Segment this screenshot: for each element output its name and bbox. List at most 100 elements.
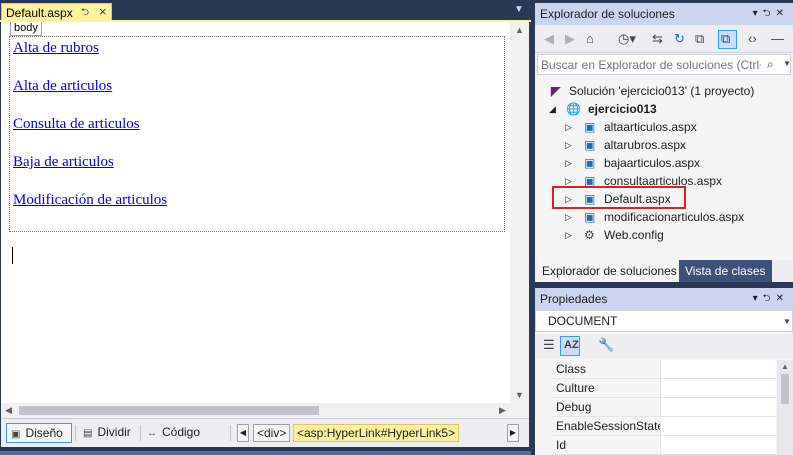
body-tag-label[interactable]: body — [10, 22, 42, 36]
file-label: bajaarticulos.aspx — [604, 156, 701, 170]
property-name: EnableSessionState — [556, 419, 665, 433]
property-value-field[interactable] — [660, 417, 776, 435]
scroll-left-arrow-icon[interactable]: ◀ — [5, 405, 12, 416]
expanded-arrow-icon[interactable]: ◢ — [549, 100, 556, 118]
file-label: Web.config — [604, 228, 664, 242]
horizontal-scroll-thumb[interactable] — [19, 406, 319, 415]
properties-title[interactable]: Propiedades ▾⮌✕ — [535, 288, 793, 310]
aspx-file-icon: ▣ — [584, 120, 596, 134]
tree-solution-node[interactable]: ◤ Solución 'ejercicio013' (1 proyecto) — [535, 82, 793, 100]
solution-explorer-search[interactable]: ⌕ ▼ — [537, 54, 791, 75]
forward-icon[interactable]: ▶ — [565, 32, 575, 46]
split-view-button[interactable]: ▤ Dividir — [79, 423, 135, 443]
close-icon[interactable]: ✕ — [776, 8, 789, 19]
property-row[interactable]: Class — [552, 360, 776, 379]
home-icon[interactable]: ⌂ — [586, 32, 594, 46]
search-icon[interactable]: ⌕ — [767, 57, 774, 72]
link-baja-de-articulos[interactable]: Baja de articulos — [13, 154, 114, 171]
collapsed-arrow-icon[interactable]: ▷ — [565, 118, 572, 136]
pin-icon[interactable]: ⮌ — [763, 8, 776, 19]
properties-scroll-thumb[interactable] — [781, 374, 789, 404]
document-tab-default-aspx[interactable]: Default.aspx ⮌ × — [1, 3, 112, 21]
collapsed-arrow-icon[interactable]: ▷ — [565, 136, 572, 154]
search-options-chevron-icon[interactable]: ▼ — [783, 59, 791, 68]
tool-windows-column: Explorador de soluciones ▾⮌✕ ◀ ▶ ⌂ ◷▾ ⇆ … — [533, 0, 793, 455]
properties-panel: Propiedades ▾⮌✕ DOCUMENT ▼ ☰ AZ 🔧 Class … — [535, 288, 793, 455]
collapsed-arrow-icon[interactable]: ▷ — [565, 154, 572, 172]
design-surface[interactable]: body Alta de rubros Alta de articulos Co… — [1, 22, 529, 403]
link-consulta-de-articulos[interactable]: Consulta de articulos — [13, 116, 140, 133]
web-project-globe-icon: 🌐 — [566, 102, 581, 116]
breadcrumb-hyperlink[interactable]: <asp:HyperLink#HyperLink5> — [293, 424, 460, 442]
tree-file-node[interactable]: ▷ ▣ altarubros.aspx — [535, 136, 793, 154]
design-view-button[interactable]: ▣ Diseño — [6, 423, 72, 443]
breadcrumb-scroll-right-icon[interactable]: ▶ — [507, 424, 519, 442]
document-tab-label: Default.aspx — [6, 6, 73, 20]
window-menu-icon[interactable]: ▾ — [753, 293, 763, 304]
link-modificacion-de-articulos[interactable]: Modificación de articulos — [13, 192, 167, 209]
tab-overflow-chevron-icon[interactable]: ▼ — [514, 4, 524, 15]
panel-title-controls: ▾⮌✕ — [753, 288, 789, 310]
scroll-up-arrow-icon[interactable]: ▲ — [515, 25, 524, 35]
solution-explorer-panel: Explorador de soluciones ▾⮌✕ ◀ ▶ ⌂ ◷▾ ⇆ … — [535, 3, 793, 282]
property-value-field[interactable] — [660, 360, 776, 378]
categorized-icon[interactable]: ☰ — [543, 338, 555, 352]
file-label: altarubros.aspx — [604, 138, 687, 152]
tree-file-node[interactable]: ▷ ⚙ Web.config — [535, 226, 793, 244]
scroll-right-arrow-icon[interactable]: ▶ — [499, 405, 506, 416]
properties-object-selector[interactable]: DOCUMENT ▼ — [535, 310, 793, 332]
link-alta-de-articulos[interactable]: Alta de articulos — [13, 78, 112, 95]
close-icon[interactable]: × — [99, 3, 107, 21]
project-label: ejercicio013 — [588, 102, 657, 116]
link-alta-de-rubros[interactable]: Alta de rubros — [13, 40, 99, 57]
vertical-scrollbar[interactable]: ▲ ▼ — [510, 22, 529, 403]
tree-file-node[interactable]: ▷ ▣ bajaarticulos.aspx — [535, 154, 793, 172]
tab-class-view[interactable]: Vista de clases — [679, 260, 772, 282]
tree-file-node[interactable]: ▷ ▣ altaarticulos.aspx — [535, 118, 793, 136]
property-row[interactable]: Debug — [552, 398, 776, 417]
split-view-label: Dividir — [97, 425, 131, 439]
view-separator — [230, 425, 231, 441]
solution-explorer-tabs: Explorador de soluciones Vista de clases — [535, 260, 793, 282]
solution-tree: ◤ Solución 'ejercicio013' (1 proyecto) ◢… — [535, 76, 793, 256]
collapsed-arrow-icon[interactable]: ▷ — [565, 226, 572, 244]
property-row[interactable]: Id — [552, 436, 776, 455]
property-value-field[interactable] — [660, 398, 776, 416]
property-row[interactable]: EnableSessionState — [552, 417, 776, 436]
chevron-down-icon[interactable]: ▼ — [783, 317, 791, 326]
tab-solution-explorer[interactable]: Explorador de soluciones — [537, 260, 682, 282]
breadcrumb-div[interactable]: <div> — [253, 424, 291, 442]
property-value-field[interactable] — [660, 379, 776, 397]
tree-project-node[interactable]: ◢ 🌐 ejercicio013 — [535, 100, 793, 118]
horizontal-scrollbar[interactable]: ◀ ▶ — [1, 403, 529, 418]
document-bottom-border — [0, 451, 531, 455]
back-icon[interactable]: ◀ — [544, 32, 554, 46]
property-row[interactable]: Culture — [552, 379, 776, 398]
design-view-label: Diseño — [25, 426, 63, 440]
property-name: Culture — [556, 381, 595, 395]
solution-explorer-title[interactable]: Explorador de soluciones ▾⮌✕ — [535, 3, 793, 25]
pending-changes-filter-icon[interactable]: ◷▾ — [618, 32, 636, 46]
document-window: Default.aspx ⮌ × ▼ body Alta de rubros A… — [0, 0, 531, 455]
scroll-up-arrow-icon[interactable]: ▲ — [781, 362, 789, 371]
property-pages-wrench-icon[interactable]: 🔧 — [598, 338, 614, 352]
sync-icon[interactable]: ⇆ — [652, 32, 663, 46]
file-label: altaarticulos.aspx — [604, 120, 697, 134]
breadcrumb-scroll-left-icon[interactable]: ◀ — [237, 424, 249, 442]
aspx-file-icon: ▣ — [584, 210, 596, 224]
properties-icon[interactable]: — — [771, 32, 784, 46]
tree-file-node[interactable]: ▷ ▣ modificacionarticulos.aspx — [535, 208, 793, 226]
code-view-button[interactable]: ↔ Código — [143, 423, 204, 443]
properties-scrollbar[interactable]: ▲ — [777, 360, 793, 455]
window-menu-icon[interactable]: ▾ — [753, 8, 763, 19]
view-code-icon[interactable]: ‹› — [748, 32, 757, 46]
property-value-field[interactable] — [660, 436, 776, 454]
scroll-down-arrow-icon[interactable]: ▼ — [515, 390, 524, 400]
collapse-all-icon[interactable]: ⧉ — [695, 32, 704, 46]
design-view-icon: ▣ — [11, 429, 21, 440]
close-icon[interactable]: ✕ — [776, 293, 789, 304]
pin-icon[interactable]: ⮌ — [763, 293, 776, 304]
refresh-icon[interactable]: ↻ — [674, 32, 685, 46]
solution-explorer-search-input[interactable] — [541, 56, 761, 73]
collapsed-arrow-icon[interactable]: ▷ — [565, 208, 572, 226]
